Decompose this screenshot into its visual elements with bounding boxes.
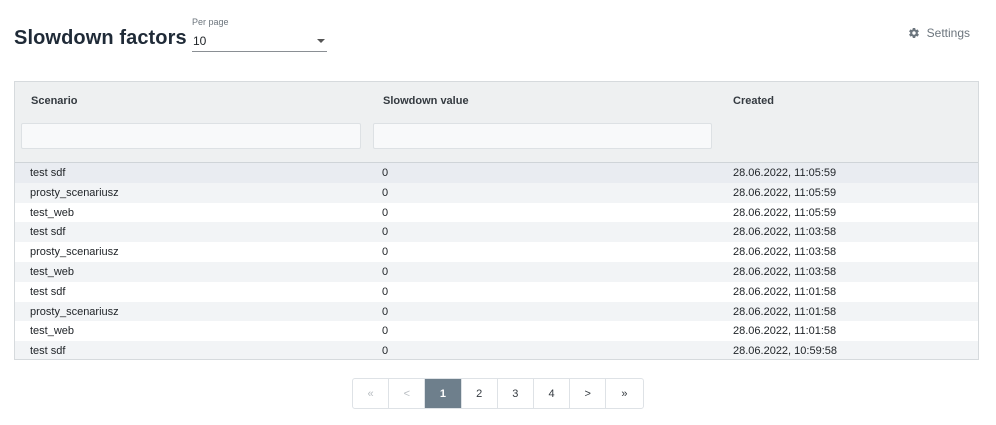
cell-slowdown-value: 0 <box>382 206 389 219</box>
table-row[interactable]: test sdf 0 28.06.2022, 11:01:58 <box>15 282 978 302</box>
cell-scenario: test sdf <box>30 226 66 239</box>
page-button-4[interactable]: 4 <box>534 379 571 408</box>
page-button-3[interactable]: 3 <box>498 379 534 408</box>
cell-slowdown-value: 0 <box>382 186 389 199</box>
table-row[interactable]: test sdf 0 28.06.2022, 10:59:58 <box>15 341 978 359</box>
table-row[interactable]: prosty_scenariusz 0 28.06.2022, 11:05:59 <box>15 182 978 203</box>
cell-scenario: test sdf <box>30 167 66 179</box>
cell-scenario: prosty_scenariusz <box>30 186 119 199</box>
settings-button[interactable]: Settings <box>908 26 970 40</box>
scenario-filter-input[interactable] <box>21 123 361 149</box>
column-header-scenario[interactable]: Scenario <box>31 95 77 107</box>
cell-slowdown-value: 0 <box>382 305 389 318</box>
per-page-control: Per page 10 <box>192 17 327 52</box>
page-button-2[interactable]: 2 <box>462 379 498 408</box>
table-row[interactable]: test sdf 0 28.06.2022, 11:03:58 <box>15 222 978 243</box>
pagination: «<1 2 3 4 >» <box>352 378 644 409</box>
column-header-created[interactable]: Created <box>733 95 774 107</box>
cell-scenario: test sdf <box>30 285 66 298</box>
settings-label: Settings <box>926 26 970 40</box>
caret-down-icon <box>317 39 325 43</box>
table-row[interactable]: test_web 0 28.06.2022, 11:05:59 <box>15 203 978 223</box>
last-page-button[interactable]: » <box>606 379 642 408</box>
gear-icon <box>908 28 919 39</box>
cell-scenario: test_web <box>30 265 75 278</box>
column-header-slowdown-value[interactable]: Slowdown value <box>383 95 469 107</box>
cell-scenario: prosty_scenariusz <box>30 305 119 318</box>
cell-scenario: test_web <box>30 325 75 338</box>
cell-created: 28.06.2022, 11:03:58 <box>733 226 837 239</box>
table-row[interactable]: test_web 0 28.06.2022, 11:03:58 <box>15 261 978 282</box>
next-page-button[interactable]: > <box>570 379 607 408</box>
cell-slowdown-value: 0 <box>382 167 389 179</box>
table-body: test sdf 0 28.06.2022, 11:05:59 prosty_scen… <box>15 163 978 359</box>
table-row[interactable]: prosty_scenariusz 0 28.06.2022, 11:01:58 <box>15 301 978 322</box>
table-header: Scenario Slowdown value Created <box>15 82 978 163</box>
per-page-select[interactable]: 10 <box>192 29 327 52</box>
per-page-value: 10 <box>193 34 207 48</box>
cell-created: 28.06.2022, 11:01:58 <box>733 285 837 298</box>
cell-scenario: prosty_scenariusz <box>30 246 119 259</box>
cell-slowdown-value: 0 <box>382 325 389 338</box>
per-page-label: Per page <box>192 17 229 27</box>
cell-created: 28.06.2022, 10:59:58 <box>733 345 837 358</box>
first-page-button[interactable]: « <box>353 379 390 408</box>
table-row[interactable]: test sdf 0 28.06.2022, 11:05:59 <box>15 163 978 183</box>
cell-created: 28.06.2022, 11:01:58 <box>733 305 837 318</box>
cell-created: 28.06.2022, 11:01:58 <box>733 325 837 338</box>
cell-scenario: test_web <box>30 206 75 219</box>
cell-created: 28.06.2022, 11:05:59 <box>733 167 837 179</box>
cell-created: 28.06.2022, 11:05:59 <box>733 206 837 219</box>
cell-slowdown-value: 0 <box>382 226 389 239</box>
cell-slowdown-value: 0 <box>382 345 389 358</box>
cell-created: 28.06.2022, 11:03:58 <box>733 265 837 278</box>
cell-slowdown-value: 0 <box>382 246 389 259</box>
cell-slowdown-value: 0 <box>382 285 389 298</box>
cell-created: 28.06.2022, 11:03:58 <box>733 246 837 259</box>
page-button-1[interactable]: 1 <box>425 379 462 408</box>
cell-created: 28.06.2022, 11:05:59 <box>733 186 837 199</box>
table-row[interactable]: prosty_scenariusz 0 28.06.2022, 11:03:58 <box>15 242 978 262</box>
cell-slowdown-value: 0 <box>382 265 389 278</box>
slowdown-value-filter-input[interactable] <box>373 123 712 149</box>
page-title: Slowdown factors <box>14 27 187 49</box>
slowdown-table: Scenario Slowdown value Created test sdf… <box>14 81 979 360</box>
cell-scenario: test sdf <box>30 345 66 358</box>
table-row[interactable]: test_web 0 28.06.2022, 11:01:58 <box>15 321 978 341</box>
previous-page-button[interactable]: < <box>389 379 426 408</box>
